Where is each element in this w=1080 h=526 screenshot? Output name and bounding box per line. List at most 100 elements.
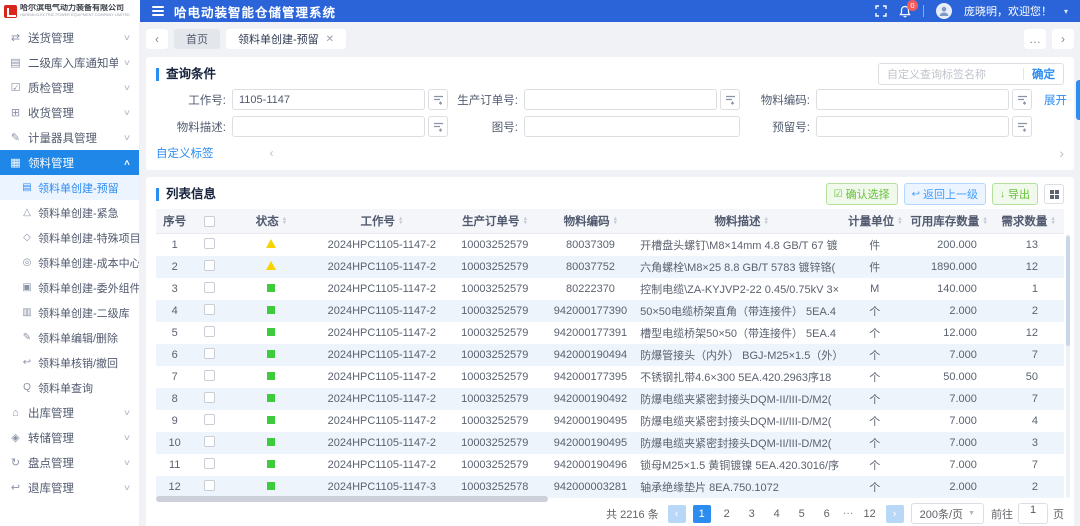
row-checkbox[interactable] [204, 348, 215, 359]
tab[interactable]: 领料单创建-预留✕ [226, 29, 346, 49]
table-row[interactable]: 52024HPC1105-1147-2100032525799420001773… [156, 322, 1064, 344]
row-checkbox[interactable] [204, 436, 215, 447]
row-checkbox[interactable] [204, 282, 215, 293]
row-checkbox[interactable] [204, 480, 215, 491]
table-row[interactable]: 22024HPC1105-1147-21000325257980037752六角… [156, 256, 1064, 278]
table-row[interactable]: 102024HPC1105-1147-210003252579942000190… [156, 432, 1064, 454]
sidebar-subitem[interactable]: ◎领料单创建-成本中心 [0, 250, 139, 275]
sidebar-item[interactable]: ↻盘点管理∨ [0, 450, 139, 475]
table-row[interactable]: 72024HPC1105-1147-2100032525799420001773… [156, 366, 1064, 388]
table-row[interactable]: 82024HPC1105-1147-2100032525799420001904… [156, 388, 1064, 410]
sidebar-subitem[interactable]: ◇领料单创建-特殊项目 [0, 225, 139, 250]
tab[interactable]: 首页 [174, 29, 220, 49]
sidebar-subitem[interactable]: ▤领料单创建-预留 [0, 175, 139, 200]
sidebar-item[interactable]: ▤二级库入库通知单∨ [0, 50, 139, 75]
close-icon[interactable]: ✕ [326, 34, 334, 45]
expand-button[interactable]: 展开 [1044, 92, 1067, 108]
sidebar-subitem[interactable]: ▣领料单创建-委外组件 [0, 275, 139, 300]
sidebar-item[interactable]: ↩退库管理∨ [0, 475, 139, 500]
row-checkbox[interactable] [204, 238, 215, 249]
tabs-scroll-left-icon[interactable]: ‹ [146, 29, 168, 49]
row-checkbox[interactable] [204, 370, 215, 381]
sidebar-item[interactable]: ☑质检管理∨ [0, 75, 139, 100]
custom-tag-name-input[interactable]: 自定义查询标签名称 [887, 66, 1015, 82]
work-no-input[interactable]: 1105-1147 [232, 89, 425, 110]
sidebar-subitem[interactable]: ▥领料单创建-二级库 [0, 300, 139, 325]
table-row[interactable]: 92024HPC1105-1147-2100032525799420001904… [156, 410, 1064, 432]
next-page-icon[interactable]: › [886, 505, 904, 523]
sidebar-subitem[interactable]: Q领料单查询 [0, 375, 139, 400]
column-header[interactable]: 需求数量▲▼ [993, 213, 1064, 229]
vertical-scrollbar[interactable] [1066, 236, 1070, 346]
menu-collapse-icon[interactable] [152, 6, 164, 16]
page-number[interactable]: 1 [693, 505, 711, 523]
row-checkbox[interactable] [204, 260, 215, 271]
column-header[interactable]: 物料描述▲▼ [638, 213, 846, 229]
select-all-header[interactable] [193, 216, 224, 227]
goto-page-input[interactable]: 1 [1018, 503, 1048, 524]
row-checkbox[interactable] [204, 304, 215, 315]
sidebar-subitem[interactable]: △领料单创建-紧急 [0, 200, 139, 225]
row-checkbox[interactable] [204, 392, 215, 403]
filter-icon[interactable] [1012, 116, 1032, 137]
table-row[interactable]: 112024HPC1105-1147-210003252579942000190… [156, 454, 1064, 476]
confirm-select-button[interactable]: ☑ 确认选择 [826, 183, 898, 205]
column-header[interactable]: 可用库存数量▲▼ [905, 213, 993, 229]
tabs-more-icon[interactable]: … [1024, 29, 1046, 49]
material-code-input[interactable] [816, 89, 1009, 110]
filter-icon[interactable] [428, 89, 448, 110]
page-number[interactable]: 12 [861, 505, 879, 523]
material-desc-input[interactable] [232, 116, 425, 137]
tabs-scroll-right-icon[interactable]: › [1052, 29, 1074, 49]
sidebar-item[interactable]: ⌂出库管理∨ [0, 400, 139, 425]
sidebar-subitem[interactable]: ↩领料单核销/撤回 [0, 350, 139, 375]
tags-scroll-right-icon[interactable]: › [1059, 145, 1064, 161]
page-number[interactable]: 6 [818, 505, 836, 523]
column-header[interactable]: 物料编码▲▼ [544, 213, 637, 229]
chevron-down-icon[interactable]: ▾ [1064, 7, 1068, 16]
page-number[interactable]: 4 [768, 505, 786, 523]
avatar[interactable] [936, 3, 952, 19]
tags-scroll-left-icon[interactable]: ‹ [270, 146, 274, 160]
sidebar-item[interactable]: ⇄送货管理∨ [0, 25, 139, 50]
row-checkbox[interactable] [204, 326, 215, 337]
table-row[interactable]: 62024HPC1105-1147-2100032525799420001904… [156, 344, 1064, 366]
sidebar-item[interactable]: ◈转储管理∨ [0, 425, 139, 450]
prev-page-icon[interactable]: ‹ [668, 505, 686, 523]
fullscreen-icon[interactable] [875, 5, 887, 17]
column-header[interactable]: 生产订单号▲▼ [446, 213, 544, 229]
export-button[interactable]: ↓ 导出 [992, 183, 1038, 205]
filter-icon[interactable] [1012, 89, 1032, 110]
table-row[interactable]: 12024HPC1105-1147-21000325257980037309开槽… [156, 234, 1064, 256]
column-settings-icon[interactable] [1044, 184, 1064, 204]
column-header[interactable]: 状态▲▼ [225, 213, 318, 229]
column-header[interactable]: 计量单位▲▼ [846, 213, 905, 229]
sidebar-item[interactable]: ⊞收货管理∨ [0, 100, 139, 125]
page-size-select[interactable]: 200条/页 ▼ [911, 503, 984, 524]
filter-icon[interactable] [720, 89, 740, 110]
drawing-no-input[interactable] [524, 116, 740, 137]
table-row[interactable]: 42024HPC1105-1147-2100032525799420001773… [156, 300, 1064, 322]
sidebar-item[interactable]: ▦领料管理∧ [0, 150, 139, 175]
page-number[interactable]: 2 [718, 505, 736, 523]
back-level-button[interactable]: ↩ 返回上一级 [904, 183, 986, 205]
select-all-checkbox[interactable] [204, 216, 215, 227]
row-checkbox[interactable] [204, 458, 215, 469]
user-greeting[interactable]: 庞晓明，欢迎您！ [964, 3, 1052, 19]
page-number[interactable]: 3 [743, 505, 761, 523]
horizontal-scrollbar[interactable] [156, 496, 548, 502]
sidebar-subitem[interactable]: ✎领料单编辑/删除 [0, 325, 139, 350]
pages-ellipsis-icon[interactable]: … [843, 505, 854, 523]
page-number[interactable]: 5 [793, 505, 811, 523]
filter-icon[interactable] [428, 116, 448, 137]
notification-bell-icon[interactable]: 0 [899, 5, 911, 18]
custom-tag-link[interactable]: 自定义标签 [156, 145, 214, 161]
sidebar-item[interactable]: ✎计量器具管理∨ [0, 125, 139, 150]
table-row[interactable]: 32024HPC1105-1147-21000325257980222370控制… [156, 278, 1064, 300]
search-button[interactable]: 查询 [1076, 80, 1080, 120]
row-checkbox[interactable] [204, 414, 215, 425]
reservation-no-input[interactable] [816, 116, 1009, 137]
column-header[interactable]: 工作号▲▼ [318, 213, 446, 229]
production-order-no-input[interactable] [524, 89, 717, 110]
table-row[interactable]: 122024HPC1105-1147-310003252578942000003… [156, 476, 1064, 498]
